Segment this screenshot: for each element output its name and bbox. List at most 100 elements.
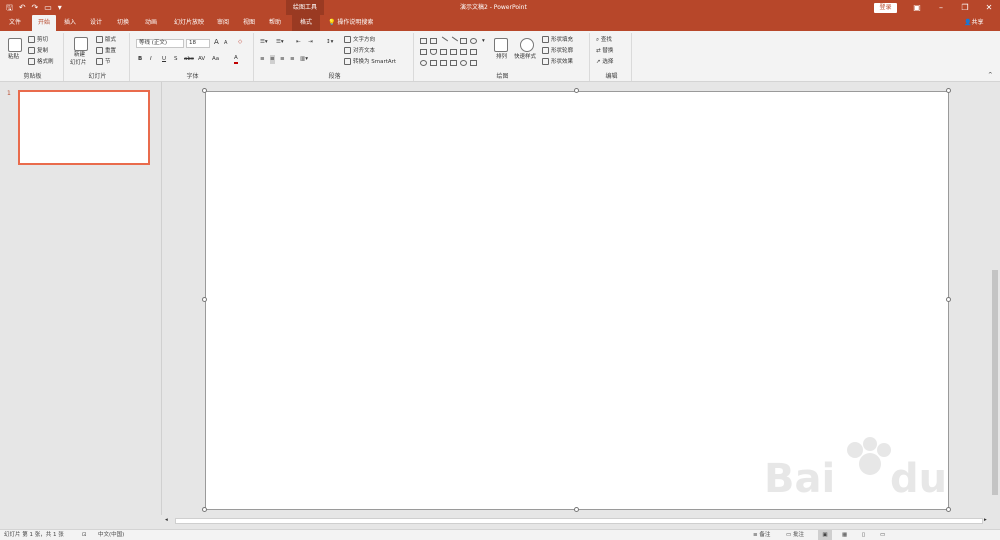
font-name-select[interactable]: 等线 (正文) <box>136 39 184 48</box>
customize-qat-icon[interactable]: ▾ <box>58 0 62 15</box>
language-status[interactable]: 中文(中国) <box>98 530 124 540</box>
columns-icon[interactable]: ▥▾ <box>300 55 308 64</box>
scroll-right-icon[interactable]: ▸ <box>984 516 987 525</box>
line-spacing-icon[interactable]: ↕▾ <box>326 38 333 47</box>
shape-oval[interactable] <box>470 38 477 44</box>
close-icon[interactable]: ✕ <box>977 0 1000 15</box>
share-button[interactable]: 👤共享 <box>964 15 984 31</box>
spelling-icon[interactable]: ⊡ <box>82 530 87 540</box>
section-button[interactable]: 节 <box>96 58 111 67</box>
minimize-icon[interactable]: – <box>929 0 953 15</box>
align-center-icon[interactable]: ≡ <box>270 55 275 64</box>
clear-format-icon[interactable]: ◇ <box>238 38 242 47</box>
shape-right-arrow[interactable] <box>460 49 467 55</box>
resize-handle-ml[interactable] <box>202 297 207 302</box>
shape-textbox[interactable] <box>420 38 427 44</box>
shape-down-arrow[interactable] <box>470 49 477 55</box>
text-direction-button[interactable]: 文字方向 <box>344 36 375 45</box>
shape-line[interactable] <box>438 36 449 46</box>
paste-button[interactable]: 粘贴 <box>8 53 19 62</box>
bold-button[interactable]: B <box>138 55 142 64</box>
justify-icon[interactable]: ≡ <box>290 55 295 64</box>
vertical-scroll-thumb[interactable] <box>992 270 998 495</box>
tab-view[interactable]: 视图 <box>238 15 260 31</box>
gallery-more-icon[interactable]: ▾ <box>482 37 485 46</box>
underline-button[interactable]: U <box>162 55 166 64</box>
format-painter-button[interactable]: 格式刷 <box>28 58 54 67</box>
shape-curve[interactable] <box>440 60 447 66</box>
tab-animations[interactable]: 动画 <box>140 15 162 31</box>
resize-handle-tl[interactable] <box>202 88 207 93</box>
restore-icon[interactable]: ❐ <box>953 0 977 15</box>
shape-elbow[interactable] <box>440 49 447 55</box>
new-slide-label-2[interactable]: 幻灯片 <box>70 59 87 68</box>
shape-fill-button[interactable]: 形状填充 <box>542 36 573 45</box>
resize-handle-bm[interactable] <box>574 507 579 512</box>
resize-handle-mr[interactable] <box>946 297 951 302</box>
login-button[interactable]: 登录 <box>874 3 897 13</box>
new-slide-icon[interactable] <box>74 37 88 51</box>
resize-handle-br[interactable] <box>946 507 951 512</box>
tab-home[interactable]: 开始 <box>32 15 56 31</box>
shape-freeform[interactable] <box>450 60 457 66</box>
arrange-icon[interactable] <box>494 38 508 52</box>
cut-button[interactable]: 剪切 <box>28 36 48 45</box>
shape-effects-button[interactable]: 形状效果 <box>542 58 573 67</box>
find-button[interactable]: ⌕ 查找 <box>596 36 612 45</box>
tab-format[interactable]: 格式 <box>292 15 320 31</box>
tab-design[interactable]: 设计 <box>86 15 106 31</box>
shrink-font-button[interactable]: A <box>224 39 227 48</box>
slide-sorter-icon[interactable]: ▦ <box>842 530 847 540</box>
shape-vtextbox[interactable] <box>430 38 437 44</box>
indent-decrease-icon[interactable]: ⇤ <box>296 38 301 47</box>
scroll-left-icon[interactable]: ◂ <box>165 516 168 525</box>
comments-button[interactable]: ▭ 批注 <box>786 530 804 540</box>
slideshow-view-icon[interactable]: ▭ <box>880 530 885 540</box>
ribbon-display-icon[interactable]: ▣ <box>905 0 929 15</box>
grow-font-button[interactable]: A <box>214 38 219 47</box>
reset-button[interactable]: 重置 <box>96 47 116 56</box>
shape-triangle[interactable] <box>430 49 437 55</box>
font-color-icon[interactable]: A <box>234 55 238 64</box>
bullets-icon[interactable]: ☰▾ <box>260 38 268 47</box>
copy-button[interactable]: 复制 <box>28 47 48 56</box>
collapse-ribbon-icon[interactable]: ^ <box>988 71 993 80</box>
tell-me-search[interactable]: 💡 操作说明搜索 <box>328 15 373 31</box>
quick-styles-icon[interactable] <box>520 38 534 52</box>
save-icon[interactable]: 🖫 <box>6 0 13 15</box>
indent-increase-icon[interactable]: ⇥ <box>308 38 313 47</box>
layout-button[interactable]: 版式 <box>96 36 116 45</box>
italic-button[interactable]: I <box>150 55 152 64</box>
normal-view-icon[interactable]: ▣ <box>818 530 832 540</box>
shape-outline-button[interactable]: 形状轮廓 <box>542 47 573 56</box>
shape-star-2[interactable] <box>470 60 477 66</box>
paste-icon[interactable] <box>8 38 22 52</box>
present-icon[interactable]: ▭ <box>44 0 52 15</box>
font-size-select[interactable]: 18 <box>186 39 210 48</box>
tab-file[interactable]: 文件 <box>4 15 26 31</box>
tab-transitions[interactable]: 切换 <box>112 15 134 31</box>
shape-rect[interactable] <box>460 38 467 44</box>
numbering-icon[interactable]: ☰▾ <box>276 38 284 47</box>
shadow-button[interactable]: S <box>174 55 178 64</box>
notes-button[interactable]: ≡ 备注 <box>753 530 770 540</box>
undo-icon[interactable]: ↶ <box>19 0 26 15</box>
tab-help[interactable]: 帮助 <box>264 15 286 31</box>
replace-button[interactable]: ⇄ 替换 <box>596 47 613 56</box>
redo-icon[interactable]: ↷ <box>32 0 39 15</box>
horizontal-scroll-thumb[interactable] <box>175 518 983 524</box>
resize-handle-tr[interactable] <box>946 88 951 93</box>
convert-smartart-button[interactable]: 转换为 SmartArt <box>344 58 396 67</box>
select-button[interactable]: ➚ 选择 <box>596 58 613 67</box>
shape-cloud[interactable] <box>420 60 427 66</box>
char-spacing-button[interactable]: AV <box>198 55 205 64</box>
slide-canvas[interactable] <box>205 91 949 510</box>
tab-review[interactable]: 审阅 <box>212 15 234 31</box>
align-text-button[interactable]: 对齐文本 <box>344 47 375 56</box>
slide-thumbnail[interactable] <box>18 90 150 165</box>
align-right-icon[interactable]: ≡ <box>280 55 285 64</box>
arrange-button[interactable]: 排列 <box>496 53 507 62</box>
shape-rect-2[interactable] <box>420 49 427 55</box>
tab-insert[interactable]: 插入 <box>60 15 80 31</box>
shape-star[interactable] <box>430 60 437 66</box>
